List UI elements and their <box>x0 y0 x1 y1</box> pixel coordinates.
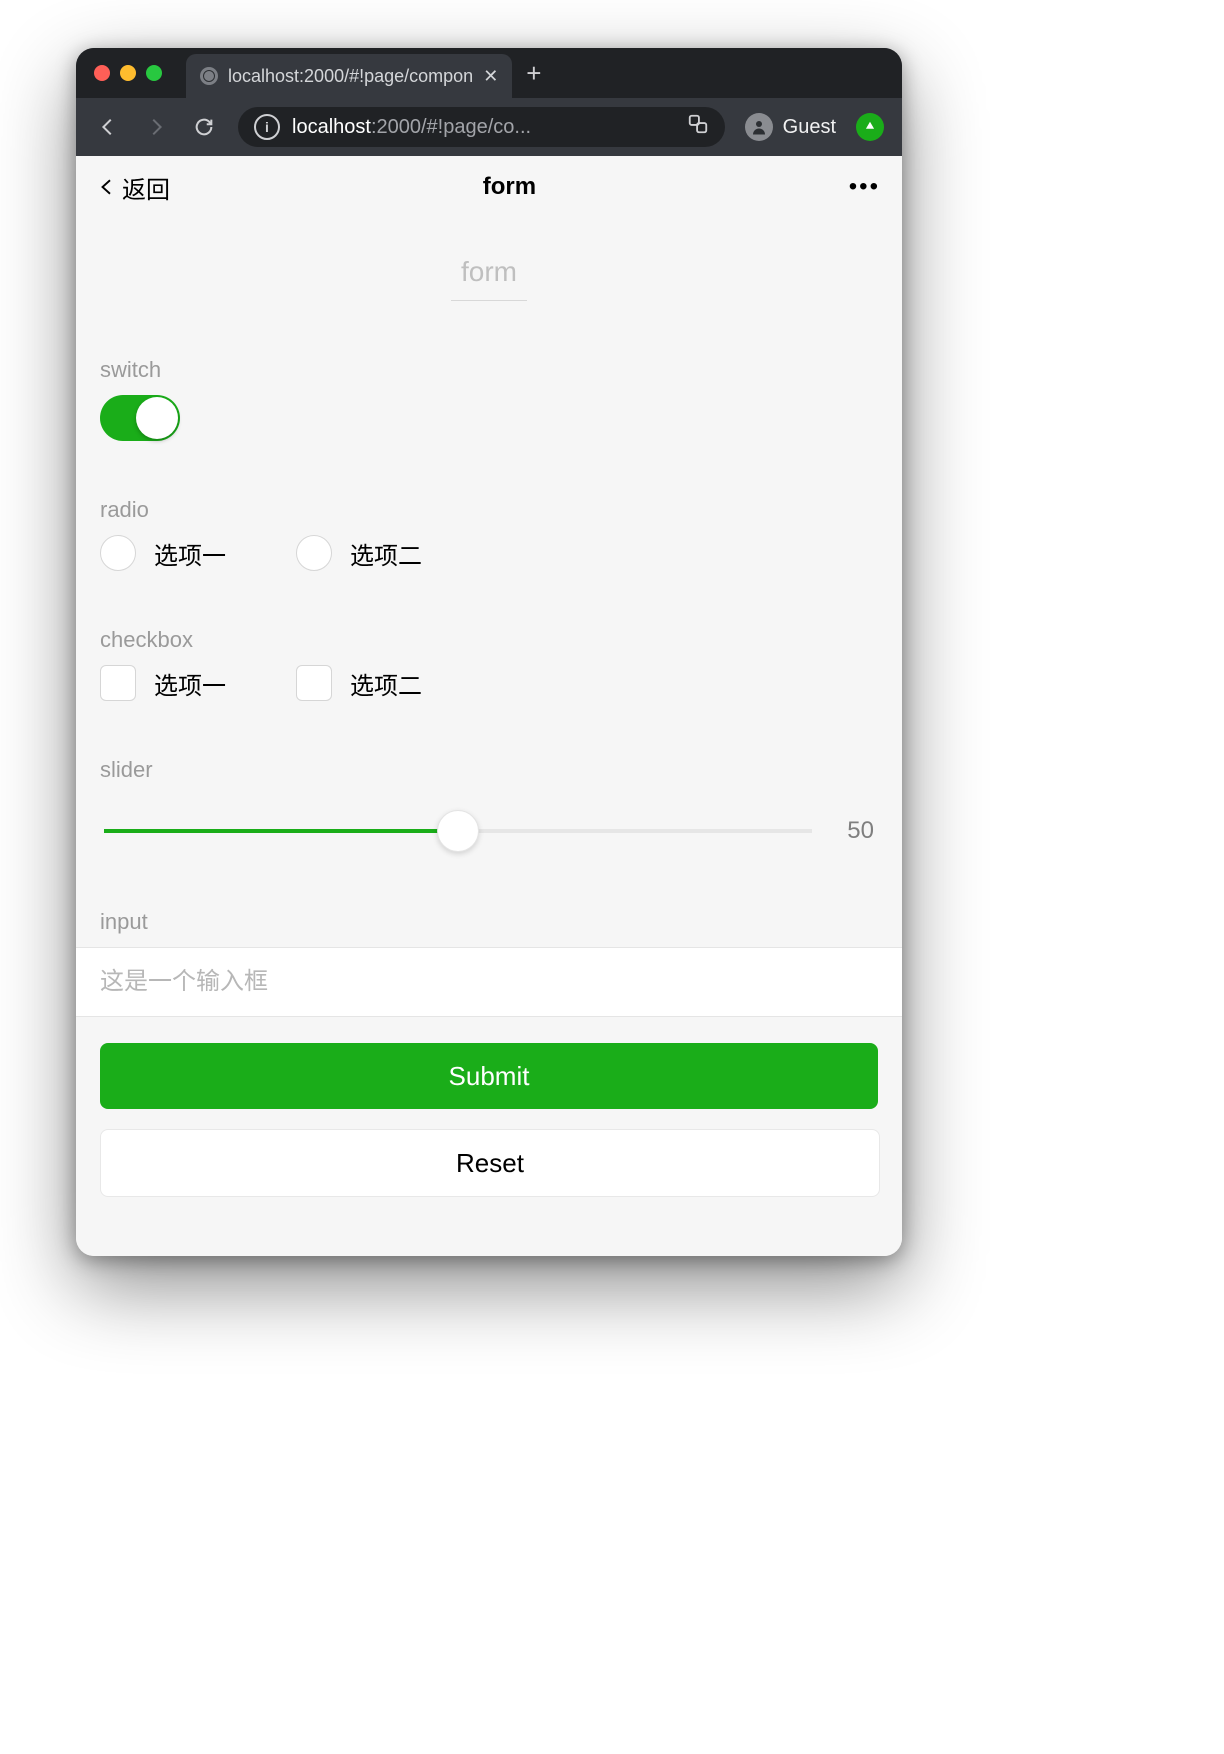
page-viewport: 返回 form ••• form switch radio 选项 <box>76 156 902 1256</box>
button-area: Submit Reset <box>76 1017 902 1197</box>
forward-button[interactable] <box>142 116 170 138</box>
page-head: form <box>76 256 902 301</box>
input-label: input <box>100 909 902 935</box>
globe-icon <box>200 67 218 85</box>
submit-button[interactable]: Submit <box>100 1043 878 1109</box>
switch-knob <box>136 397 178 439</box>
browser-chrome: localhost:2000/#!page/compon ✕ + i <box>76 48 902 156</box>
close-window-button[interactable] <box>94 65 110 81</box>
section-slider: slider 50 <box>76 757 902 853</box>
browser-toolbar: i localhost:2000/#!page/co... Guest <box>76 98 902 156</box>
switch-control[interactable] <box>100 395 180 441</box>
section-input: input <box>76 909 902 935</box>
browser-window: localhost:2000/#!page/compon ✕ + i <box>76 48 902 1256</box>
page-head-title: form <box>451 256 527 301</box>
tab-title: localhost:2000/#!page/compon <box>228 66 473 87</box>
window-controls <box>94 65 162 81</box>
reset-button[interactable]: Reset <box>100 1129 880 1197</box>
slider-value: 50 <box>834 817 874 845</box>
radio-option-label: 选项一 <box>154 536 226 571</box>
address-bar[interactable]: i localhost:2000/#!page/co... <box>238 107 725 147</box>
capsule-menu-icon[interactable]: ••• <box>849 173 880 201</box>
url-text: localhost:2000/#!page/co... <box>292 116 675 139</box>
extension-badge[interactable] <box>856 113 884 141</box>
back-label: 返回 <box>122 170 170 205</box>
back-button[interactable] <box>94 116 122 138</box>
section-switch: switch <box>76 357 902 441</box>
page-title: form <box>483 173 536 201</box>
radio-option-1[interactable]: 选项一 <box>100 535 226 571</box>
checkbox-option-1[interactable]: 选项一 <box>100 665 226 701</box>
tab-strip: localhost:2000/#!page/compon ✕ + <box>76 48 902 98</box>
translate-icon[interactable] <box>687 113 709 141</box>
close-tab-icon[interactable]: ✕ <box>483 67 498 85</box>
radio-icon <box>296 535 332 571</box>
checkbox-label: checkbox <box>100 627 878 653</box>
slider-track <box>104 829 458 833</box>
radio-option-2[interactable]: 选项二 <box>296 535 422 571</box>
checkbox-option-label: 选项一 <box>154 666 226 701</box>
back-nav[interactable]: 返回 <box>98 170 170 205</box>
zoom-window-button[interactable] <box>146 65 162 81</box>
slider-thumb[interactable] <box>437 810 479 852</box>
checkbox-icon <box>100 665 136 701</box>
slider-control[interactable] <box>104 809 812 853</box>
checkbox-option-label: 选项二 <box>350 666 422 701</box>
radio-label: radio <box>100 497 878 523</box>
input-field-wrap <box>76 947 902 1017</box>
site-info-icon[interactable]: i <box>254 114 280 140</box>
section-checkbox: checkbox 选项一 选项二 <box>76 627 902 701</box>
minimize-window-button[interactable] <box>120 65 136 81</box>
profile-button[interactable]: Guest <box>745 113 836 141</box>
navigation-bar: 返回 form ••• <box>76 156 902 218</box>
radio-icon <box>100 535 136 571</box>
slider-label: slider <box>100 757 878 783</box>
text-input[interactable] <box>76 947 902 1017</box>
avatar-icon <box>745 113 773 141</box>
browser-tab[interactable]: localhost:2000/#!page/compon ✕ <box>186 54 512 98</box>
reload-button[interactable] <box>190 116 218 138</box>
switch-label: switch <box>100 357 878 383</box>
checkbox-icon <box>296 665 332 701</box>
new-tab-button[interactable]: + <box>526 60 541 86</box>
radio-option-label: 选项二 <box>350 536 422 571</box>
profile-label: Guest <box>783 116 836 139</box>
section-radio: radio 选项一 选项二 <box>76 497 902 571</box>
checkbox-option-2[interactable]: 选项二 <box>296 665 422 701</box>
